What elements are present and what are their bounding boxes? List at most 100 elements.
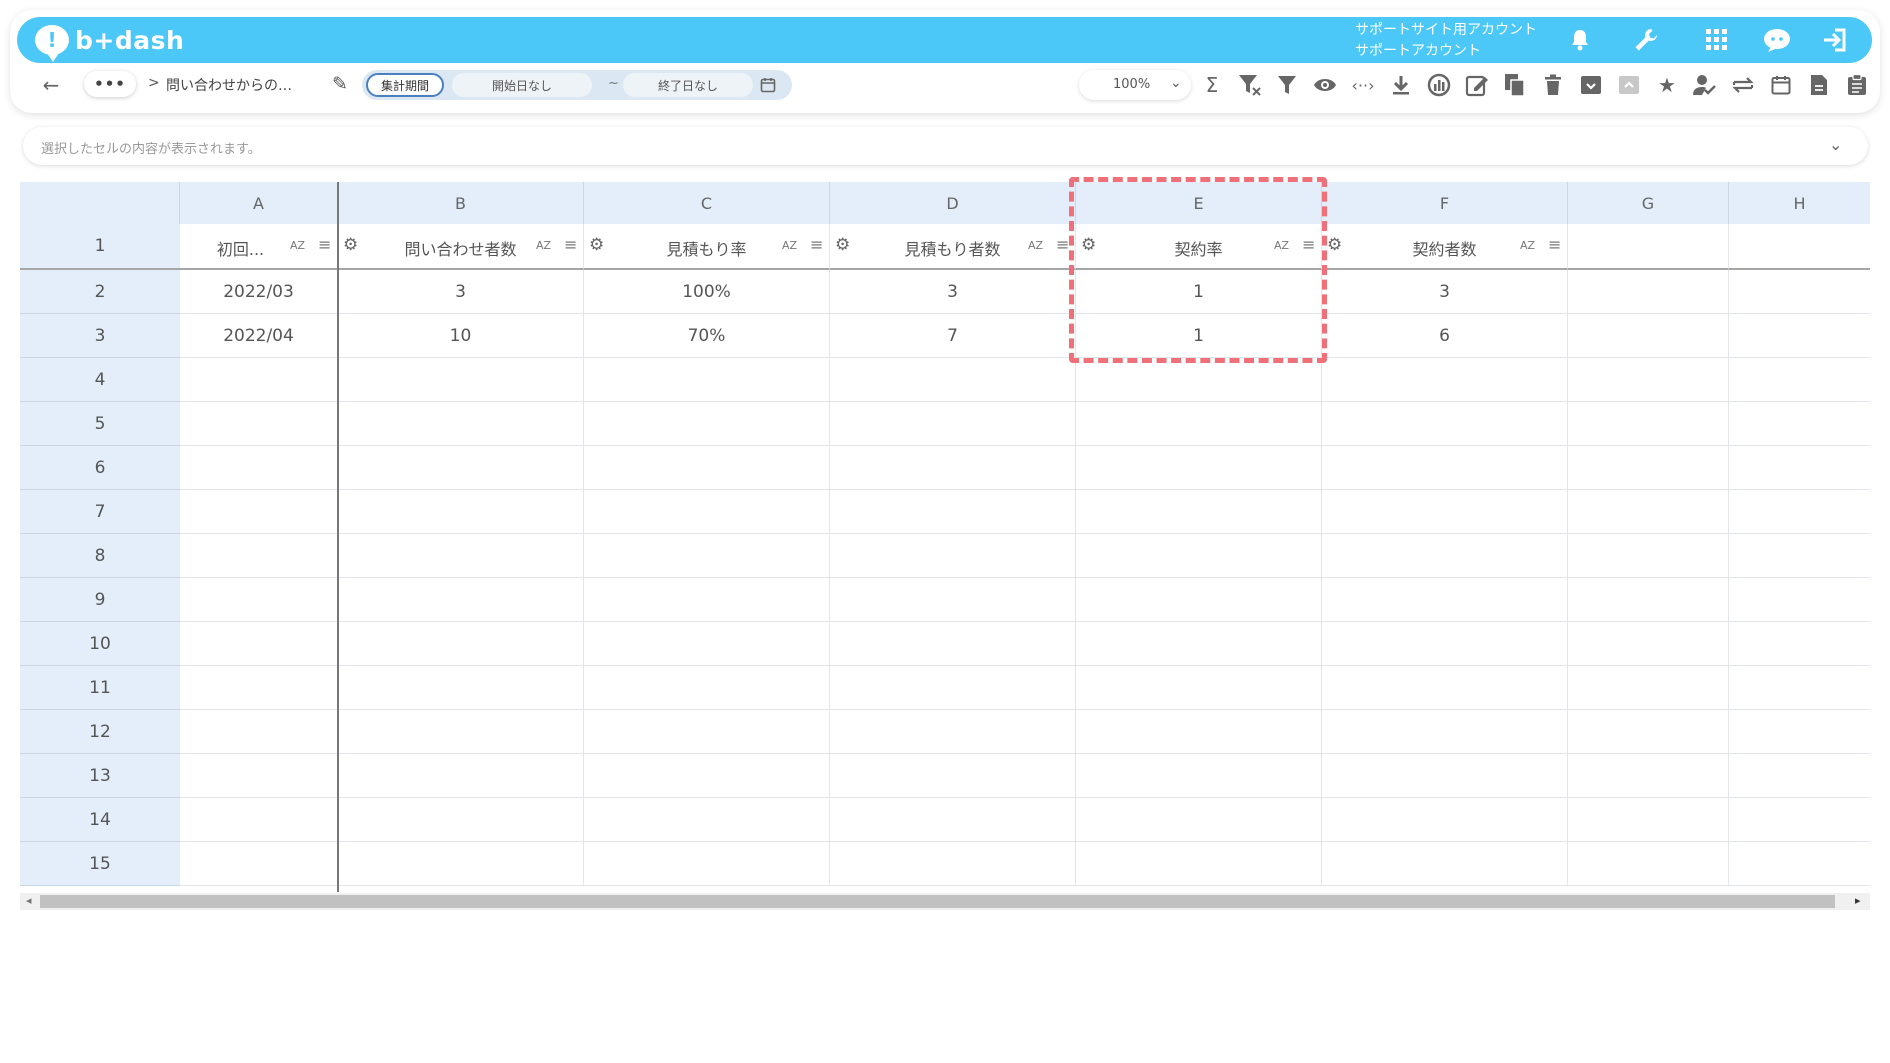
cell-c3[interactable]: 70% [584, 314, 830, 358]
column-header-b[interactable]: B [338, 182, 584, 224]
cell-g3[interactable] [1568, 314, 1729, 358]
cell-a15[interactable] [180, 842, 338, 886]
cell-g5[interactable] [1568, 402, 1729, 446]
chart-icon[interactable] [1425, 72, 1453, 98]
cell-e13[interactable] [1076, 754, 1322, 798]
cell-g9[interactable] [1568, 578, 1729, 622]
cell-b15[interactable] [338, 842, 584, 886]
row-header[interactable]: 12 [20, 710, 180, 754]
cell-h5[interactable] [1729, 402, 1870, 446]
row-header[interactable]: 4 [20, 358, 180, 402]
breadcrumb-more-button[interactable]: ••• [84, 71, 136, 97]
chat-icon[interactable] [1761, 25, 1793, 55]
row-header[interactable]: 6 [20, 446, 180, 490]
document-icon[interactable] [1805, 72, 1833, 98]
cell-e7[interactable] [1076, 490, 1322, 534]
cell-g11[interactable] [1568, 666, 1729, 710]
cell-d12[interactable] [830, 710, 1076, 754]
row-header[interactable]: 13 [20, 754, 180, 798]
column-header-c[interactable]: C [584, 182, 830, 224]
cell-f5[interactable] [1322, 402, 1568, 446]
code-icon[interactable]: ‹··› [1349, 72, 1377, 98]
row-header[interactable]: 3 [20, 314, 180, 358]
cell-f6[interactable] [1322, 446, 1568, 490]
cell-d8[interactable] [830, 534, 1076, 578]
cell-e4[interactable] [1076, 358, 1322, 402]
cell-d5[interactable] [830, 402, 1076, 446]
cell-c11[interactable] [584, 666, 830, 710]
row-header[interactable]: 1 [20, 224, 180, 270]
sort-az-icon[interactable]: AZ [782, 239, 797, 252]
logout-icon[interactable] [1819, 25, 1851, 55]
sort-az-icon[interactable]: AZ [536, 239, 551, 252]
cell-c15[interactable] [584, 842, 830, 886]
cell-b2[interactable]: 3 [338, 270, 584, 314]
cell-h4[interactable] [1729, 358, 1870, 402]
cell-d6[interactable] [830, 446, 1076, 490]
cell-h7[interactable] [1729, 490, 1870, 534]
clipboard-icon[interactable] [1843, 72, 1871, 98]
download-icon[interactable] [1387, 72, 1415, 98]
cell-e14[interactable] [1076, 798, 1322, 842]
cell-b6[interactable] [338, 446, 584, 490]
cell-a5[interactable] [180, 402, 338, 446]
filter-lines-icon[interactable]: ≡ [1056, 235, 1069, 254]
cell-a10[interactable] [180, 622, 338, 666]
cell-a7[interactable] [180, 490, 338, 534]
scroll-right-icon[interactable]: ▸ [1855, 894, 1861, 907]
calendar-picker-icon[interactable] [756, 74, 780, 96]
row-header[interactable]: 14 [20, 798, 180, 842]
back-arrow-icon[interactable]: ← [37, 71, 65, 99]
row-header[interactable]: 9 [20, 578, 180, 622]
bell-icon[interactable] [1564, 25, 1596, 55]
header-cell-f[interactable]: ⚙ 契約者数 AZ ≡ [1322, 224, 1568, 270]
eye-icon[interactable] [1311, 72, 1339, 98]
row-header[interactable]: 2 [20, 270, 180, 314]
cell-c4[interactable] [584, 358, 830, 402]
cell-g10[interactable] [1568, 622, 1729, 666]
cell-h9[interactable] [1729, 578, 1870, 622]
horizontal-scrollbar[interactable]: ◂ ▸ [20, 893, 1870, 910]
cell-d11[interactable] [830, 666, 1076, 710]
cell-g8[interactable] [1568, 534, 1729, 578]
cell-e11[interactable] [1076, 666, 1322, 710]
cell-h3[interactable] [1729, 314, 1870, 358]
cell-e15[interactable] [1076, 842, 1322, 886]
cell-f8[interactable] [1322, 534, 1568, 578]
account-info[interactable]: サポートサイト用アカウント サポートアカウント [1355, 20, 1537, 62]
grid-icon[interactable] [1701, 25, 1733, 55]
cell-c5[interactable] [584, 402, 830, 446]
sigma-icon[interactable]: Σ [1198, 72, 1226, 98]
cell-a2[interactable]: 2022/03 [180, 270, 338, 314]
cell-c2[interactable]: 100% [584, 270, 830, 314]
scroll-left-icon[interactable]: ◂ [26, 894, 32, 907]
header-cell-g[interactable] [1568, 224, 1729, 270]
row-header[interactable]: 7 [20, 490, 180, 534]
cell-b10[interactable] [338, 622, 584, 666]
cell-b4[interactable] [338, 358, 584, 402]
cell-h12[interactable] [1729, 710, 1870, 754]
column-header-g[interactable]: G [1568, 182, 1729, 224]
cell-f10[interactable] [1322, 622, 1568, 666]
wrench-icon[interactable] [1630, 25, 1662, 55]
cell-a12[interactable] [180, 710, 338, 754]
cell-c6[interactable] [584, 446, 830, 490]
header-cell-b[interactable]: ⚙ 問い合わせ者数 AZ ≡ [338, 224, 584, 270]
column-header-d[interactable]: D [830, 182, 1076, 224]
column-header-a[interactable]: A [180, 182, 338, 224]
cell-c14[interactable] [584, 798, 830, 842]
cell-f2[interactable]: 3 [1322, 270, 1568, 314]
sort-az-icon[interactable]: AZ [290, 239, 305, 252]
cell-e9[interactable] [1076, 578, 1322, 622]
filter-icon[interactable] [1273, 72, 1301, 98]
corner-cell[interactable] [20, 182, 180, 224]
edit-note-icon[interactable] [1463, 72, 1491, 98]
cell-f4[interactable] [1322, 358, 1568, 402]
cell-a13[interactable] [180, 754, 338, 798]
cell-c13[interactable] [584, 754, 830, 798]
cell-e8[interactable] [1076, 534, 1322, 578]
formula-bar[interactable]: 選択したセルの内容が表示されます。 ⌄ [23, 127, 1868, 165]
cell-h13[interactable] [1729, 754, 1870, 798]
cell-h11[interactable] [1729, 666, 1870, 710]
cell-b3[interactable]: 10 [338, 314, 584, 358]
